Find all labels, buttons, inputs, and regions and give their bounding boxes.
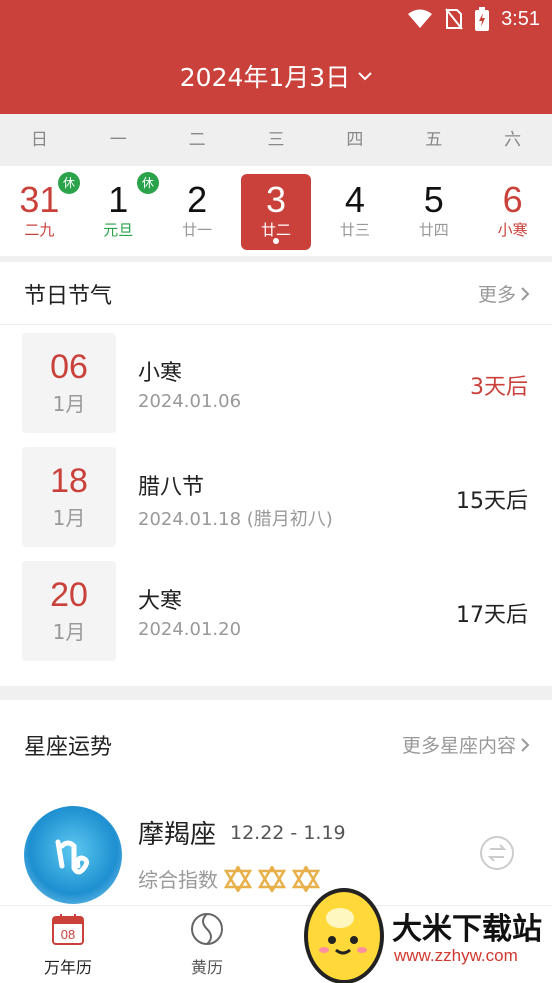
date-number: 3	[265, 179, 287, 220]
mascot-logo	[304, 888, 384, 983]
holiday-badge: 休	[58, 172, 80, 194]
date-cell[interactable]: 1 元旦 休	[79, 166, 159, 256]
festival-item[interactable]: 06 1月 小寒 2024.01.06 3天后	[0, 333, 552, 435]
lunar-date: 廿二	[261, 221, 292, 239]
lunar-date: 小寒	[497, 221, 528, 239]
festival-date: 2024.01.20	[138, 619, 242, 640]
weekday-label: 一	[109, 130, 127, 150]
lunar-date: 二九	[24, 221, 55, 239]
watermark-site-name: 大米下载站	[392, 912, 542, 947]
weekday-label: 六	[504, 130, 522, 150]
weekday-label: 四	[346, 130, 364, 150]
festival-date: 2024.01.06	[138, 391, 242, 412]
festivals-more-link[interactable]: 更多	[478, 280, 530, 307]
capricorn-avatar[interactable]	[24, 806, 122, 904]
wifi-icon	[408, 9, 433, 28]
lunar-date: 廿一	[182, 221, 213, 239]
date-cell[interactable]: 6 小寒	[473, 166, 552, 256]
no-sim-icon	[445, 8, 463, 30]
status-bar: 3:51	[407, 6, 540, 32]
festival-name: 大寒	[138, 589, 183, 614]
watermark-url: www.zzhyw.com	[394, 946, 518, 965]
festival-date-box: 06 1月	[22, 333, 116, 433]
weekday-label: 三	[267, 130, 285, 150]
festival-name: 小寒	[138, 361, 183, 386]
battery-charging-icon	[475, 7, 490, 31]
festival-date-box: 20 1月	[22, 561, 116, 661]
more-label: 更多	[477, 284, 516, 306]
festivals-title: 节日节气	[24, 284, 113, 309]
page-title: 2024年1月3日	[179, 63, 351, 92]
today-dot	[273, 238, 279, 244]
switch-constellation-button[interactable]	[480, 836, 514, 870]
date-number: 6	[502, 179, 523, 220]
nav-item-calendar[interactable]: 08 万年历	[22, 912, 114, 978]
festival-item[interactable]: 20 1月 大寒 2024.01.20 17天后	[0, 561, 552, 663]
nav-item-almanac[interactable]: 黄历	[161, 912, 253, 978]
index-label: 综合指数	[138, 868, 218, 892]
divider	[0, 256, 552, 262]
chevron-down-icon	[358, 72, 372, 81]
divider	[0, 686, 552, 700]
date-cell-selected[interactable]: 3 廿二	[237, 166, 316, 256]
weekday-row: 日 一 二 三 四 五 六	[0, 114, 552, 166]
lunar-date: 元旦	[103, 221, 134, 239]
festival-day: 20	[50, 576, 88, 614]
festival-date: 2024.01.18 (腊月初八)	[138, 509, 333, 530]
constellation-title: 星座运势	[24, 735, 113, 760]
chevron-right-icon	[521, 737, 530, 752]
festival-day: 18	[50, 462, 88, 500]
festival-month: 1月	[52, 392, 86, 416]
date-cell[interactable]: 5 廿四	[394, 166, 473, 256]
star-icon	[258, 865, 286, 892]
date-number: 2	[187, 179, 208, 220]
week-date-row: 31 二九 休 1 元旦 休 2 廿一 3 廿二 4 廿三 5 廿四 6 小寒	[0, 166, 552, 256]
clock: 3:51	[501, 7, 540, 30]
date-picker-toggle[interactable]: 2024年1月3日	[0, 56, 552, 96]
constellation-name: 摩羯座	[138, 820, 217, 850]
holiday-badge: 休	[136, 172, 159, 194]
capricorn-icon	[55, 839, 90, 875]
weekday-label: 五	[425, 130, 443, 150]
date-number: 4	[344, 179, 365, 220]
date-cell[interactable]: 4 廿三	[315, 166, 394, 256]
nav-label: 万年历	[43, 958, 92, 977]
constellation-more-link[interactable]: 更多星座内容	[402, 731, 530, 758]
calendar-icon-date: 08	[61, 927, 75, 942]
festival-countdown: 3天后	[470, 375, 528, 400]
date-number: 5	[423, 179, 444, 220]
festival-countdown: 17天后	[456, 603, 528, 628]
nav-label: 黄历	[190, 958, 223, 977]
constellation-index: 综合指数	[138, 864, 320, 893]
festival-day: 06	[50, 348, 88, 386]
app-header: 3:51 2024年1月3日	[0, 0, 552, 114]
more-label: 更多星座内容	[401, 735, 516, 757]
weekday-label: 日	[30, 130, 48, 150]
lunar-date: 廿三	[339, 221, 370, 239]
festival-name: 腊八节	[138, 475, 205, 500]
site-watermark: 大米下载站 www.zzhyw.com	[300, 880, 552, 983]
festival-countdown: 15天后	[456, 489, 528, 514]
date-cell[interactable]: 2 廿一	[158, 166, 237, 256]
festival-date-box: 18 1月	[22, 447, 116, 547]
chevron-right-icon	[521, 286, 530, 301]
star-icon	[224, 865, 252, 892]
constellation-range: 12.22 - 1.19	[230, 822, 346, 844]
divider	[0, 324, 552, 325]
yin-yang-icon	[191, 913, 223, 945]
swap-icon	[487, 844, 507, 862]
date-cell[interactable]: 31 二九 休	[0, 166, 80, 256]
festival-month: 1月	[52, 620, 86, 644]
calendar-icon: 08	[52, 914, 84, 945]
festival-item[interactable]: 18 1月 腊八节 2024.01.18 (腊月初八) 15天后	[0, 447, 552, 549]
festival-month: 1月	[52, 506, 86, 530]
lunar-date: 廿四	[418, 221, 449, 239]
weekday-label: 二	[188, 130, 206, 150]
